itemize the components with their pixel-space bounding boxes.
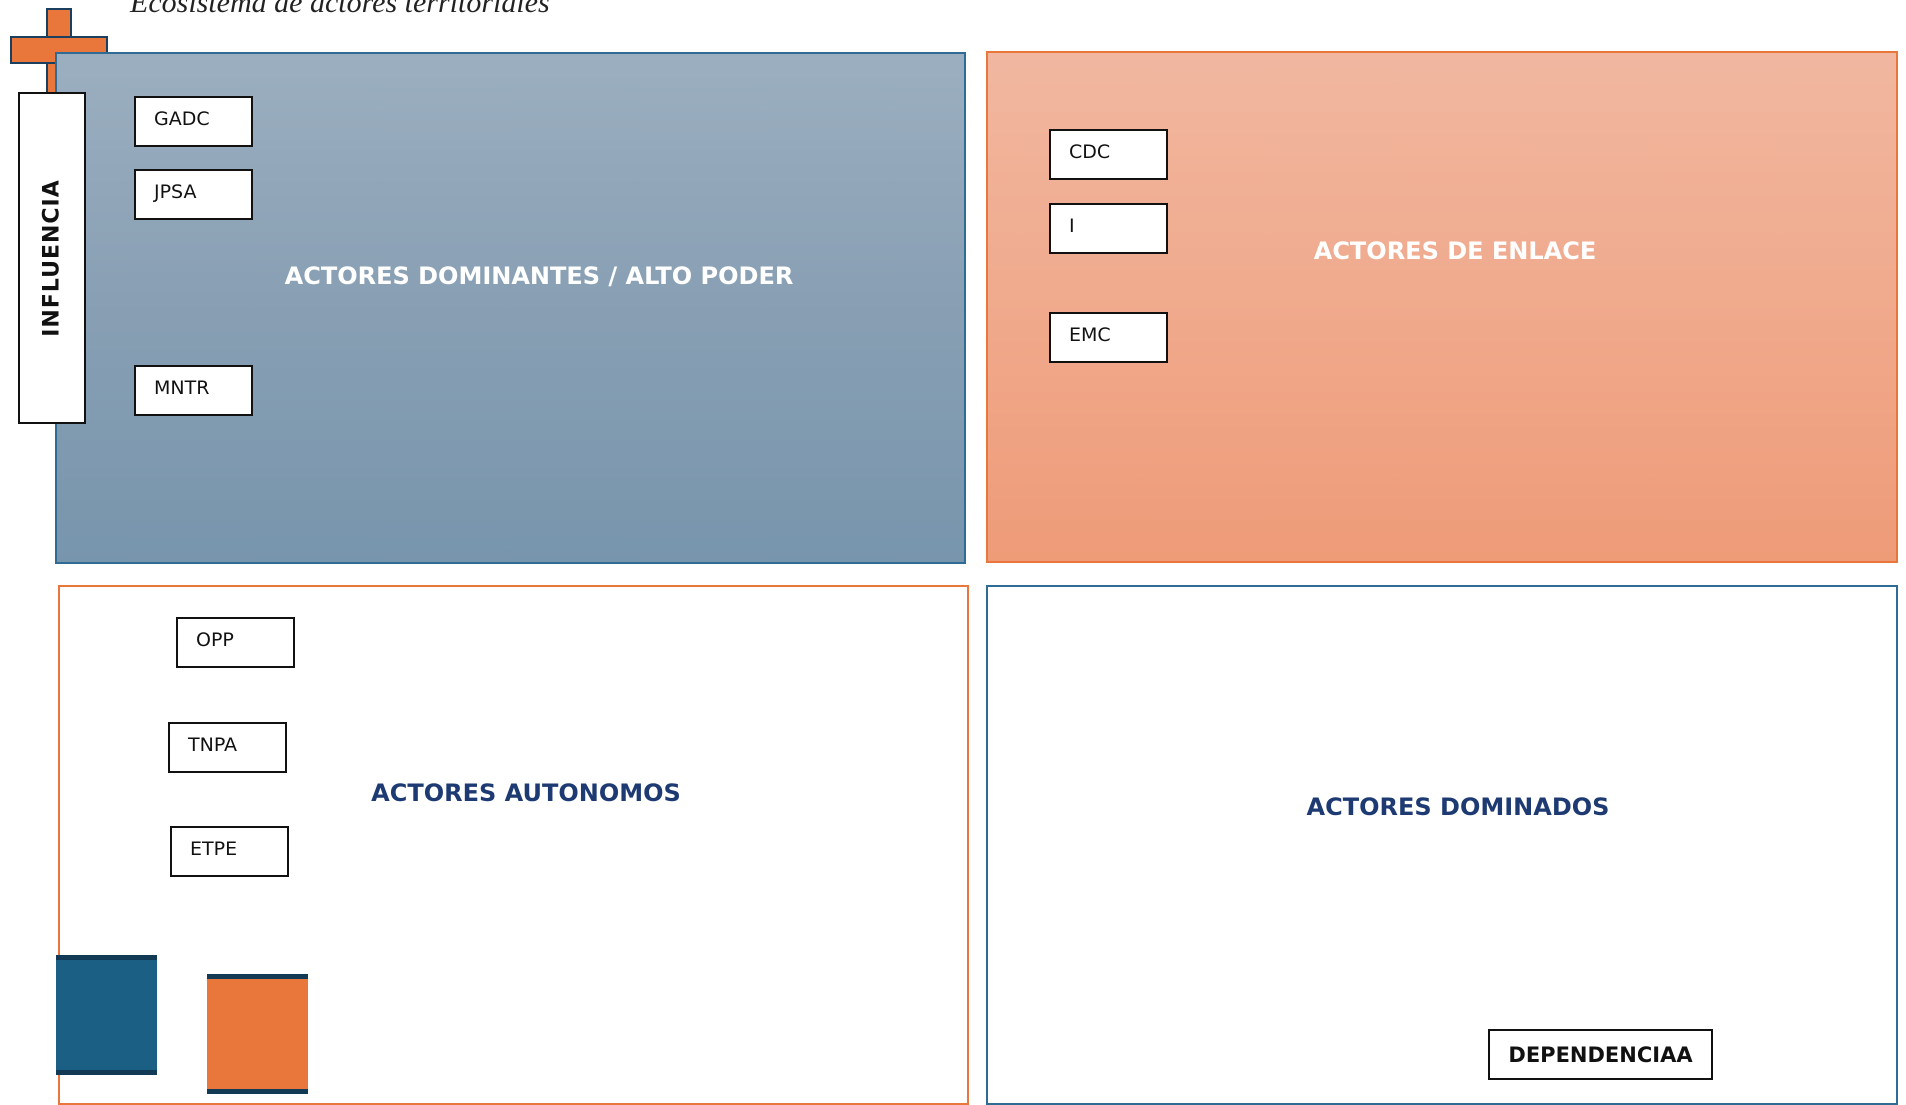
diagram-caption: Ecosistema de actores territoriales [130, 0, 550, 19]
quadrant-autonomous-label: ACTORES AUTONOMOS [371, 779, 681, 807]
actor-box-jpsa: JPSA [134, 169, 253, 220]
quadrant-dominated-label: ACTORES DOMINADOS [1306, 793, 1610, 821]
actor-box-gadc: GADC [134, 96, 253, 147]
actor-box-mntr: MNTR [134, 365, 253, 416]
quadrant-dominant-label: ACTORES DOMINANTES / ALTO PODER [284, 262, 794, 290]
actor-box-i: I [1049, 203, 1168, 254]
influence-axis-text: INFLUENCIA [39, 179, 65, 337]
actor-box-cdc: CDC [1049, 129, 1168, 180]
quadrant-link-label: ACTORES DE ENLACE [1313, 237, 1597, 265]
quadrant-link: ACTORES DE ENLACE [986, 51, 1898, 563]
orange-legend-swatch [207, 974, 308, 1094]
actor-box-etpe: ETPE [170, 826, 289, 877]
blue-legend-swatch [56, 955, 157, 1075]
actor-box-emc: EMC [1049, 312, 1168, 363]
influence-axis-label: INFLUENCIA [18, 92, 86, 424]
dependence-axis-label: DEPENDENCIAA [1488, 1029, 1713, 1080]
actor-box-opp: OPP [176, 617, 295, 668]
actor-box-tnpa: TNPA [168, 722, 287, 773]
quadrant-dominated: ACTORES DOMINADOS [986, 585, 1898, 1105]
